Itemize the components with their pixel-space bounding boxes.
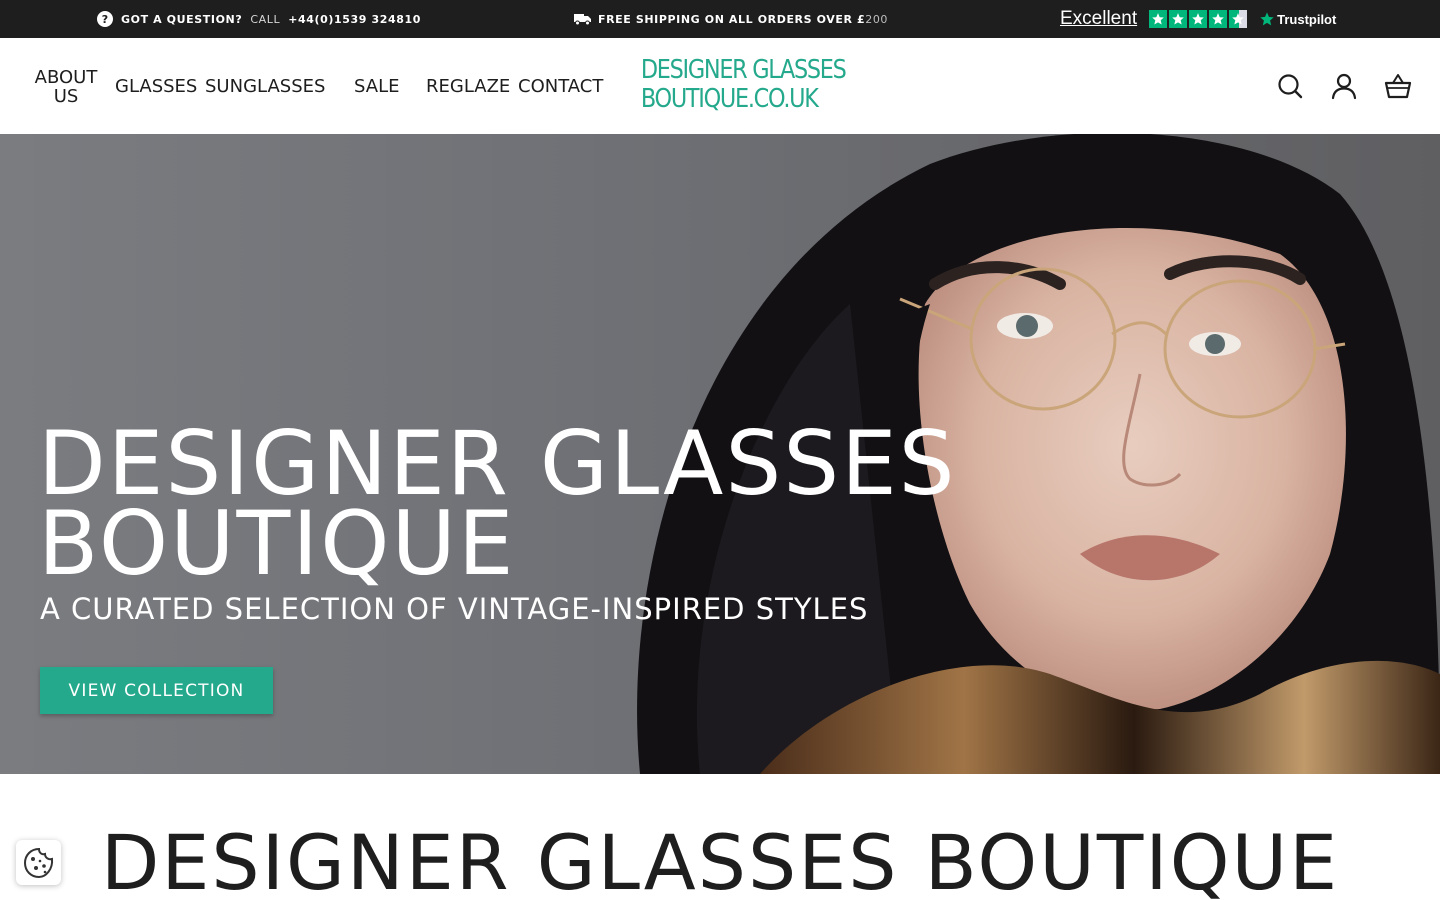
hero-subtitle: A CURATED SELECTION OF VINTAGE-INSPIRED …	[40, 592, 869, 626]
announcement-bar: ? GOT A QUESTION? CALL +44(0)1539 324810…	[0, 0, 1440, 38]
nav-about-line1: ABOUT	[34, 67, 98, 88]
shipping-notice: FREE SHIPPING ON ALL ORDERS OVER £200	[574, 11, 888, 27]
hero-title: DESIGNER GLASSES BOUTIQUE	[38, 420, 1138, 595]
cookie-settings-button[interactable]	[16, 840, 61, 885]
site-logo[interactable]: DESIGNER GLASSES BOUTIQUE.CO.UK	[640, 55, 847, 116]
nav-sunglasses[interactable]: SUNGLASSES	[205, 77, 325, 96]
hero-title-line2: BOUTIQUE	[38, 492, 516, 595]
cookie-icon	[23, 847, 53, 878]
trustpilot-star-icon	[1260, 12, 1274, 26]
view-collection-button[interactable]: VIEW COLLECTION	[40, 667, 273, 714]
section-title: DESIGNER GLASSES BOUTIQUE	[100, 818, 1340, 900]
trustpilot-brand: Trustpilot	[1277, 11, 1337, 27]
nav-contact[interactable]: CONTACT	[518, 77, 603, 96]
nav-sale[interactable]: SALE	[354, 77, 399, 96]
rating-stars	[1149, 10, 1248, 28]
trustpilot-widget[interactable]: Excellent Trustpilot	[1060, 7, 1336, 31]
star-icon	[1149, 10, 1168, 28]
star-icon	[1189, 10, 1208, 28]
shipping-text: FREE SHIPPING ON ALL ORDERS OVER £	[598, 12, 866, 26]
phone-number[interactable]: +44(0)1539 324810	[288, 13, 421, 26]
trustpilot-logo: Trustpilot	[1259, 11, 1336, 27]
basket-icon[interactable]	[1384, 72, 1412, 100]
logo-line2: BOUTIQUE.CO.UK	[640, 84, 819, 114]
call-label: CALL	[250, 12, 281, 26]
nav-reglaze[interactable]: REGLAZE	[426, 77, 510, 96]
nav-about-us[interactable]: ABOUT US	[32, 68, 100, 106]
question-contact[interactable]: ? GOT A QUESTION? CALL +44(0)1539 324810	[97, 11, 421, 27]
question-label: GOT A QUESTION?	[121, 12, 243, 26]
rating-label[interactable]: Excellent	[1060, 8, 1137, 30]
star-icon	[1169, 10, 1188, 28]
search-icon[interactable]	[1276, 72, 1304, 100]
delivery-truck-icon	[574, 13, 591, 25]
nav-about-line2: US	[53, 86, 79, 107]
star-icon	[1209, 10, 1228, 28]
logo-line1: DESIGNER GLASSES	[640, 55, 847, 85]
account-icon[interactable]	[1330, 72, 1358, 100]
shipping-amount: 200	[865, 12, 889, 26]
star-half-icon	[1229, 10, 1248, 28]
hero-banner: DESIGNER GLASSES BOUTIQUE A CURATED SELE…	[0, 134, 1440, 774]
nav-glasses[interactable]: GLASSES	[115, 77, 197, 96]
question-icon: ?	[97, 11, 113, 27]
